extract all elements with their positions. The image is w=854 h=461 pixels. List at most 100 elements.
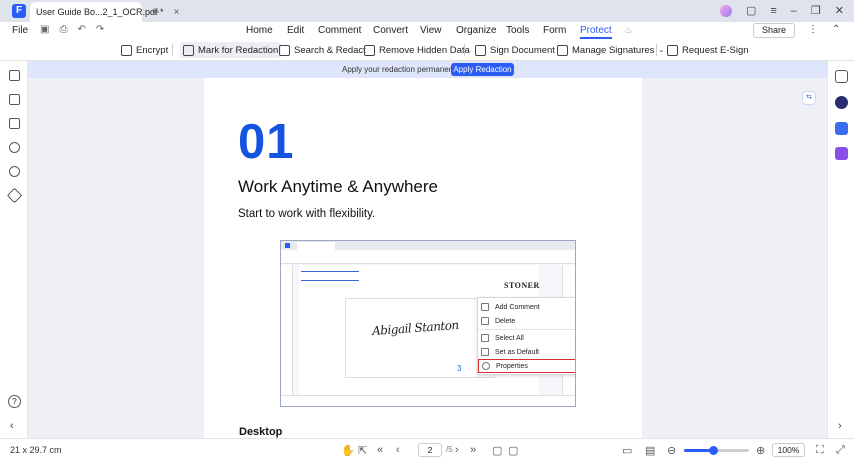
maximize-icon[interactable]: ❐ — [811, 4, 821, 17]
file-menu[interactable]: File — [12, 25, 28, 36]
tab-edit[interactable]: Edit — [287, 25, 304, 36]
app-logo-icon: F — [12, 4, 26, 18]
protect-toolbar: Encrypt Mark for Redaction Search & Reda… — [0, 40, 854, 61]
comment-icon[interactable] — [9, 118, 20, 129]
lock-icon — [121, 44, 132, 56]
redo-icon[interactable]: ↷ — [96, 24, 104, 35]
screenshot-stoner-label: STONER — [504, 281, 540, 290]
apply-redaction-button[interactable]: Apply Redaction — [451, 63, 514, 76]
last-page-icon[interactable]: » — [470, 444, 476, 456]
context-properties[interactable]: Properties — [478, 359, 575, 373]
bookmark-icon[interactable] — [9, 94, 20, 105]
request-esign-button[interactable]: Request E-Sign — [664, 42, 752, 58]
help-icon[interactable]: ? — [8, 395, 21, 408]
page-number-input[interactable]: 2 — [418, 443, 442, 457]
select-tool-icon[interactable]: ⇱ — [358, 444, 367, 457]
first-page-icon[interactable]: « — [377, 444, 383, 456]
undo-icon[interactable]: ↶ — [77, 24, 85, 35]
next-page-icon[interactable]: › — [455, 444, 459, 456]
document-tab[interactable]: User Guide Bo...2_1_OCR.pdf * × — [30, 2, 179, 22]
left-sidebar: ? ‹ — [0, 61, 28, 438]
checkbox-icon — [481, 348, 489, 356]
search-redact-button[interactable]: Search & Redact — [276, 42, 369, 58]
message-icon[interactable]: ▢ — [746, 4, 756, 17]
close-tab-icon[interactable]: × — [174, 7, 180, 18]
zoom-out-icon[interactable]: ⊖ — [667, 444, 676, 457]
zoom-slider-knob[interactable] — [709, 446, 719, 455]
mark-for-redaction-label: Mark for Redaction — [198, 44, 279, 56]
menu-bar: File ▣ ⎙ ↶ ↷ Home Edit Comment Convert V… — [0, 22, 854, 40]
divider — [656, 44, 657, 56]
page-total: /5 — [446, 445, 453, 454]
tab-convert[interactable]: Convert — [373, 25, 408, 36]
page-subheading: Start to work with flexibility. — [238, 208, 376, 220]
context-item-label: Select All — [495, 334, 524, 342]
encrypt-label: Encrypt — [136, 44, 169, 56]
manage-signatures-button[interactable]: Manage Signatures ⌄ — [554, 42, 667, 58]
collapse-ribbon-icon[interactable]: ⌃ — [832, 24, 840, 35]
new-tab-button[interactable]: + — [152, 4, 160, 19]
mark-for-redaction-button[interactable]: Mark for Redaction — [180, 42, 282, 58]
collapse-right-icon[interactable]: › — [838, 420, 842, 432]
share-button[interactable]: Share — [753, 23, 795, 38]
fit-width-icon[interactable]: ▢ — [508, 444, 518, 457]
quick-access: ▣ ⎙ ↶ ↷ — [40, 24, 104, 35]
signatures-icon — [557, 44, 568, 56]
collapse-left-icon[interactable]: ‹ — [10, 420, 14, 432]
context-delete[interactable]: Delete — [478, 314, 575, 328]
remove-hidden-data-button[interactable]: Remove Hidden Data — [361, 42, 473, 58]
context-add-comment[interactable]: Add Comment — [478, 300, 575, 314]
print-icon[interactable]: ⎙ — [59, 24, 67, 35]
embedded-screenshot[interactable]: STONER Abigail Stanton 3 Add Comment Del… — [280, 240, 576, 407]
more-icon[interactable]: ⋮ — [808, 24, 818, 35]
translate-icon[interactable]: ⇆ — [802, 91, 816, 105]
tab-comment[interactable]: Comment — [318, 25, 361, 36]
signature-page-number: 3 — [457, 364, 462, 373]
context-select-all[interactable]: Select All — [478, 331, 575, 345]
sign-document-button[interactable]: Sign Document — [472, 42, 558, 58]
banner-text: Apply your redaction permanently. — [342, 65, 463, 74]
save-icon[interactable]: ▣ — [40, 24, 49, 35]
layout-icon[interactable]: ▤ — [645, 444, 655, 457]
hand-tool-icon[interactable]: ✋ — [341, 444, 355, 457]
page-view-icon[interactable]: ▭ — [622, 444, 632, 457]
screenshot-left-bar — [281, 265, 293, 395]
avatar[interactable] — [719, 4, 732, 17]
tab-organize[interactable]: Organize — [456, 25, 497, 36]
layers-icon[interactable] — [6, 187, 23, 204]
ai-tool-icon[interactable] — [835, 147, 848, 160]
lightbulb-icon[interactable]: ♨ — [624, 25, 633, 36]
ai-text-icon[interactable] — [835, 122, 848, 135]
zoom-slider[interactable] — [684, 446, 749, 455]
section-desktop-heading: Desktop — [239, 426, 283, 438]
properties-icon — [482, 362, 490, 370]
tab-form[interactable]: Form — [543, 25, 566, 36]
title-bar: F User Guide Bo...2_1_OCR.pdf * × + ▢ ≡ … — [0, 0, 854, 22]
zoom-in-icon[interactable]: ⊕ — [756, 444, 765, 457]
attachment-icon[interactable] — [9, 142, 20, 153]
fit-page-icon[interactable]: ▢ — [492, 444, 502, 457]
page-thumbnail-icon[interactable] — [9, 70, 20, 81]
menu-icon[interactable]: ≡ — [770, 5, 776, 17]
screenshot-link-lines — [301, 271, 359, 281]
select-all-icon — [481, 334, 489, 342]
expand-icon[interactable]: ⤢ — [836, 444, 845, 457]
close-window-icon[interactable]: ✕ — [835, 4, 844, 17]
sign-document-label: Sign Document — [490, 44, 555, 56]
search-icon[interactable] — [9, 166, 20, 177]
prev-page-icon[interactable]: ‹ — [396, 444, 400, 456]
tab-protect[interactable]: Protect — [580, 25, 612, 39]
tab-view[interactable]: View — [420, 25, 442, 36]
ai-assistant-icon[interactable] — [835, 96, 848, 109]
tab-tools[interactable]: Tools — [506, 25, 529, 36]
fullscreen-icon[interactable]: ⛶ — [816, 444, 824, 457]
context-set-default[interactable]: Set as Default — [478, 345, 575, 359]
remove-data-icon — [364, 44, 375, 56]
properties-panel-icon[interactable] — [835, 70, 848, 83]
encrypt-button[interactable]: Encrypt — [118, 42, 171, 58]
minimize-icon[interactable]: – — [791, 5, 797, 17]
redaction-banner: Apply your redaction permanently. Apply … — [28, 61, 827, 78]
tab-home[interactable]: Home — [246, 25, 273, 36]
zoom-select[interactable]: 100% — [772, 443, 805, 457]
page-heading: Work Anytime & Anywhere — [238, 177, 438, 196]
